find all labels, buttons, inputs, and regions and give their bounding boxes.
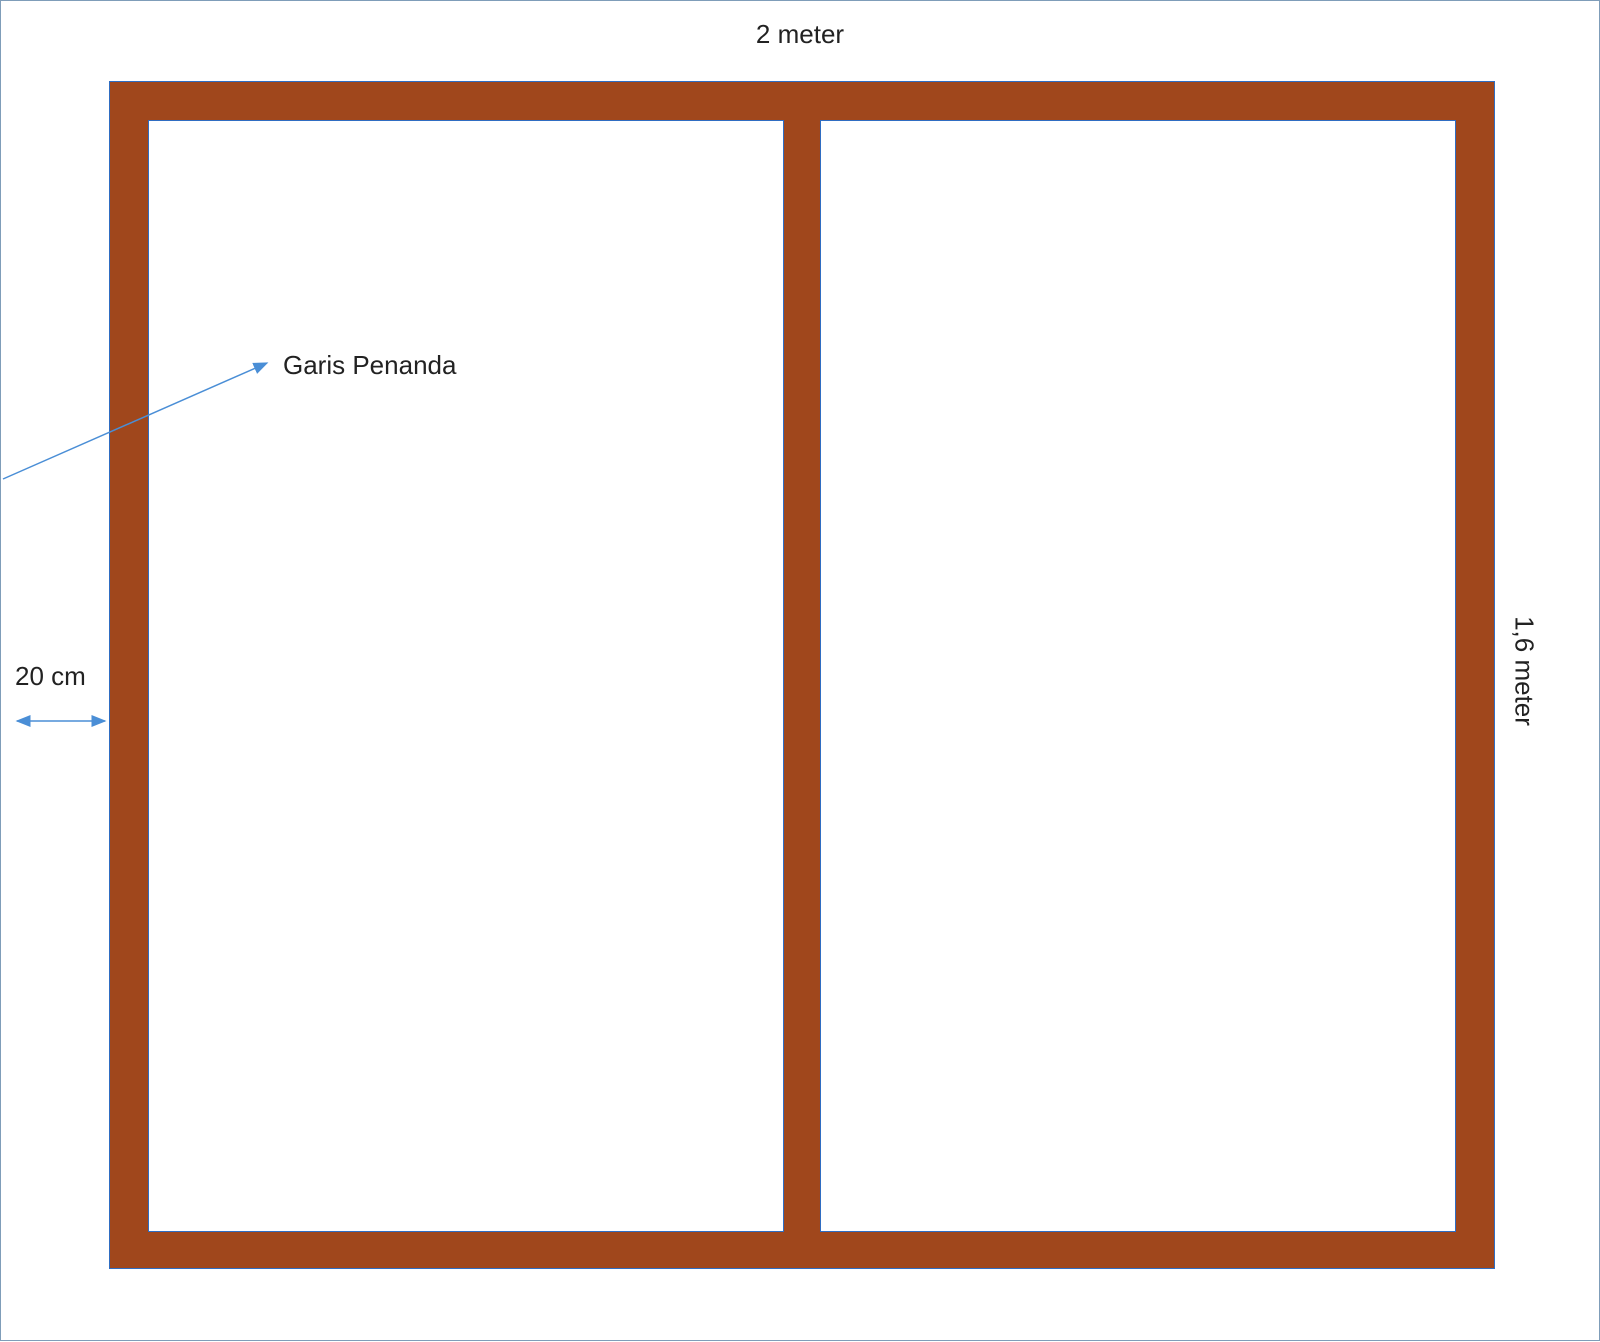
window-frame (109, 81, 1495, 1269)
annotation-pointer-label: Garis Penanda (283, 350, 456, 381)
thickness-dimension-label: 20 cm (15, 661, 86, 692)
height-dimension-label: 1,6 meter (1509, 616, 1540, 726)
width-dimension-label: 2 meter (1, 19, 1599, 50)
diagram-canvas: 2 meter 1,6 meter 20 cm Garis Penanda (0, 0, 1600, 1341)
window-pane-left (148, 120, 784, 1232)
window-pane-right (820, 120, 1456, 1232)
